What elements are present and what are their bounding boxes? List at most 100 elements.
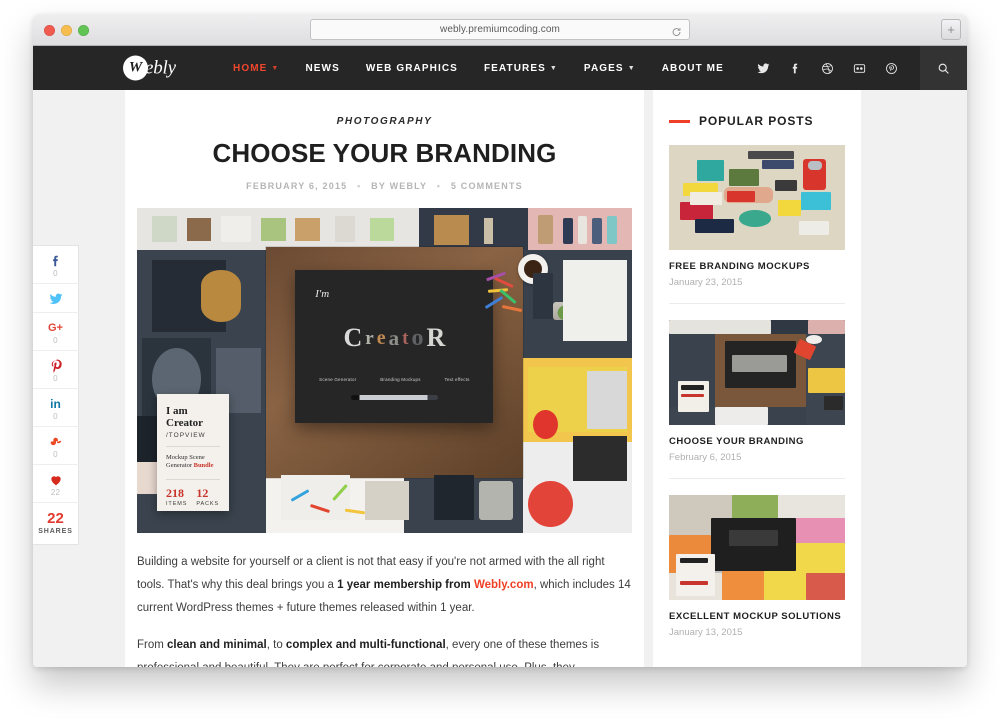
site-navigation: W ebly HOME ▼ NEWS WEB GRAPHICS FEATURES… xyxy=(33,46,967,90)
flickr-icon[interactable] xyxy=(853,62,866,75)
overlay-stats: 218 ITEMS 12 PACKS xyxy=(166,487,220,507)
board-im-text: I'm xyxy=(315,288,330,301)
list-item[interactable]: FREE BRANDING MOCKUPS January 23, 2015 xyxy=(669,145,845,304)
nav-label-features: FEATURES xyxy=(483,62,546,74)
sidebar: POPULAR POSTS FREE BRANDING MOCKUPS Janu… xyxy=(653,90,861,667)
screenshot-stage: webly.premiumcoding.com + W ebly HOME ▼ xyxy=(0,0,1000,720)
nav-item-web-graphics[interactable]: WEB GRAPHICS xyxy=(353,63,471,74)
share-count-googleplus: 0 xyxy=(53,336,58,345)
overlay-stat1-number: 218 xyxy=(166,486,184,501)
share-pinterest[interactable]: 0 xyxy=(33,351,79,389)
popular-post-thumbnail[interactable] xyxy=(669,320,845,425)
pinterest-icon xyxy=(49,358,63,373)
share-twitter[interactable] xyxy=(33,284,79,313)
list-item[interactable]: EXCELLENT MOCKUP SOLUTIONS January 13, 2… xyxy=(669,495,845,653)
meta-separator: • xyxy=(357,181,362,191)
post-category[interactable]: PHOTOGRAPHY xyxy=(125,116,644,127)
url-text: webly.premiumcoding.com xyxy=(440,24,560,35)
page-title: CHOOSE YOUR BRANDING xyxy=(212,138,557,168)
dribbble-icon[interactable] xyxy=(821,62,834,75)
pinterest-icon[interactable] xyxy=(885,62,898,75)
board-creator-word: C r e a t o R xyxy=(343,323,446,353)
close-window-button[interactable] xyxy=(44,25,55,36)
pen-object xyxy=(350,395,438,400)
overlay-title: I am Creator xyxy=(166,405,220,430)
overlay-stat1-label: ITEMS xyxy=(166,501,188,508)
article-card: PHOTOGRAPHY CHOOSE YOUR BRANDING FEBRUAR… xyxy=(125,90,644,667)
webly-link[interactable]: Webly.com xyxy=(474,579,534,591)
board-tag-1: Scene Generator xyxy=(319,376,357,382)
nav-label-news: NEWS xyxy=(305,62,340,74)
overlay-desc-highlight: Bundle xyxy=(193,462,214,470)
nav-item-pages[interactable]: PAGES ▼ xyxy=(571,63,649,74)
facebook-icon[interactable] xyxy=(789,62,802,75)
widget-title-text: POPULAR POSTS xyxy=(699,114,814,128)
overlay-stat-packs: 12 PACKS xyxy=(196,487,219,507)
creator-board: I'm C r e a t o R Scene Generator Brandi… xyxy=(295,269,494,423)
share-googleplus[interactable]: G+ 0 xyxy=(33,313,79,351)
popular-post-title[interactable]: EXCELLENT MOCKUP SOLUTIONS xyxy=(669,611,845,622)
share-count-pinterest: 0 xyxy=(53,374,58,383)
overlay-stat2-label: PACKS xyxy=(196,501,220,508)
board-tag-3: Text effects xyxy=(444,376,470,382)
post-meta: FEBRUARY 6, 2015 • BY WEBLY • 5 COMMENTS xyxy=(125,181,644,191)
social-links xyxy=(757,62,898,75)
share-linkedin[interactable]: in 0 xyxy=(33,389,79,427)
facebook-icon xyxy=(49,253,63,268)
meta-separator: • xyxy=(436,181,442,191)
logo-wordmark: ebly xyxy=(145,57,176,78)
nav-item-features[interactable]: FEATURES ▼ xyxy=(471,63,571,74)
post-comments[interactable]: 5 COMMENTS xyxy=(451,181,523,191)
featured-image[interactable]: I'm C r e a t o R Scene Generator Brandi… xyxy=(137,208,632,533)
share-facebook[interactable]: 0 xyxy=(33,246,79,284)
share-likes[interactable]: 22 xyxy=(33,465,79,503)
nav-item-news[interactable]: NEWS xyxy=(292,63,352,74)
twitter-icon xyxy=(49,291,63,306)
linkedin-icon: in xyxy=(50,396,61,411)
heart-icon xyxy=(49,472,63,487)
address-bar[interactable]: webly.premiumcoding.com xyxy=(310,19,690,40)
chevron-down-icon: ▼ xyxy=(549,64,558,72)
popular-post-title[interactable]: CHOOSE YOUR BRANDING xyxy=(669,436,845,447)
nav-item-about-me[interactable]: ABOUT ME xyxy=(649,63,737,74)
stumbleupon-icon xyxy=(49,434,63,449)
para1-part2: 1 year membership from xyxy=(337,579,474,591)
board-tag-2: Branding Mockups xyxy=(380,376,421,382)
popular-post-title[interactable]: FREE BRANDING MOCKUPS xyxy=(669,261,845,272)
para2-part3: , to xyxy=(266,639,286,651)
social-share-rail: 0 G+ 0 0 in 0 0 22 22 SHARES xyxy=(33,245,79,545)
share-count-likes: 22 xyxy=(50,488,61,497)
page-viewport: W ebly HOME ▼ NEWS WEB GRAPHICS FEATURES… xyxy=(33,46,967,667)
zoom-window-button[interactable] xyxy=(78,25,89,36)
overlay-desc-line2: Generator xyxy=(166,462,194,470)
overlay-title-line1: I am xyxy=(166,405,188,417)
minimize-window-button[interactable] xyxy=(61,25,72,36)
share-stumbleupon[interactable]: 0 xyxy=(33,427,79,465)
page-content: 0 G+ 0 0 in 0 0 22 22 SHARES PHOTOGRAPHY… xyxy=(33,90,967,667)
popular-post-thumbnail[interactable] xyxy=(669,145,845,250)
overlay-stat2-number: 12 xyxy=(196,486,209,501)
isometric-desk-thumb xyxy=(669,495,845,600)
popular-post-thumbnail[interactable] xyxy=(669,495,845,600)
share-count-linkedin: 0 xyxy=(53,412,58,421)
chevron-down-icon: ▼ xyxy=(627,64,636,72)
title-accent-bar xyxy=(669,119,690,123)
share-total-count: 22 xyxy=(47,510,64,527)
reload-icon[interactable] xyxy=(671,24,682,36)
featured-overlay-card: I am Creator /TOPVIEW Mockup Scene Gener… xyxy=(157,394,229,511)
twitter-icon[interactable] xyxy=(757,62,770,75)
chevron-down-icon: ▼ xyxy=(271,64,280,72)
share-count-facebook: 0 xyxy=(53,269,58,278)
nav-label-web-graphics: WEB GRAPHICS xyxy=(365,62,458,74)
list-item[interactable]: CHOOSE YOUR BRANDING February 6, 2015 xyxy=(669,320,845,479)
site-logo[interactable]: W ebly xyxy=(123,55,176,81)
overlay-desc-line1: Mockup Scene xyxy=(166,453,205,461)
nav-label-pages: PAGES xyxy=(583,62,624,74)
new-tab-button[interactable]: + xyxy=(941,19,961,40)
search-button[interactable] xyxy=(920,46,967,90)
share-count-stumbleupon: 0 xyxy=(53,450,58,459)
post-author[interactable]: BY WEBLY xyxy=(371,181,427,191)
nav-item-home[interactable]: HOME ▼ xyxy=(220,63,292,74)
browser-window: webly.premiumcoding.com + W ebly HOME ▼ xyxy=(33,14,967,667)
article-paragraph-1: Building a website for yourself or a cli… xyxy=(137,551,632,620)
